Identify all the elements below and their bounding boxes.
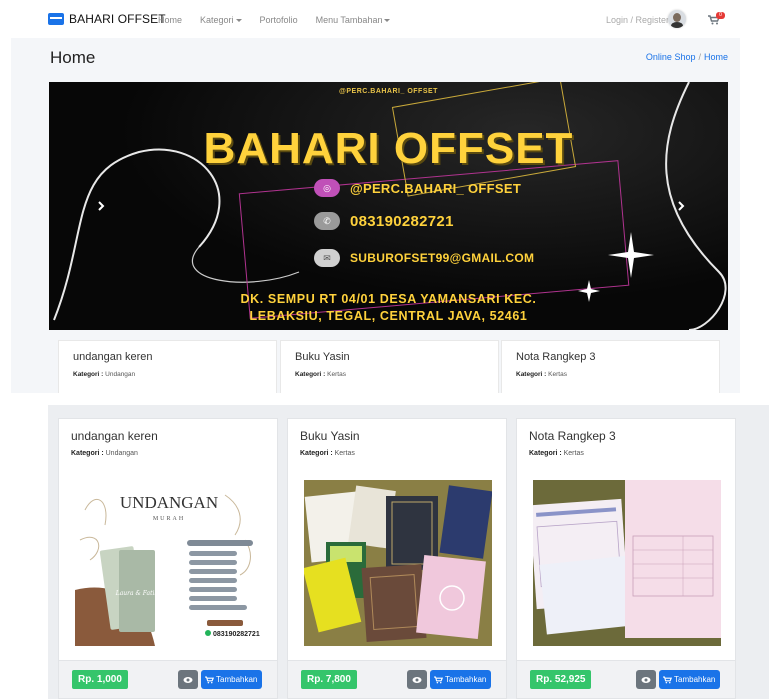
instagram-icon: ◎ — [314, 179, 340, 197]
card-footer: Rp. 52,925 Tambahkan — [517, 660, 735, 698]
category-value: Kertas — [327, 371, 346, 378]
eye-icon — [412, 676, 422, 683]
product-name: Buku Yasin — [295, 351, 350, 363]
banner-address-line1: DK. SEMPU RT 04/01 DESA YAMANSARI KEC. — [240, 292, 537, 306]
product-image[interactable] — [304, 480, 492, 646]
product-name[interactable]: Nota Rangkep 3 — [529, 429, 616, 443]
product-category: Kategori : Undangan — [73, 371, 135, 378]
view-button[interactable] — [407, 670, 427, 689]
undangan-image-phone: 083190282721 — [213, 631, 260, 638]
category-value: Kertas — [548, 371, 567, 378]
category-value: Kertas — [334, 450, 355, 457]
banner-instagram-row: ◎ @PERC.BAHARI_ OFFSET — [314, 179, 521, 197]
hero-banner: @PERC.BAHARI_ OFFSET BAHARI OFFSET ◎ @PE… — [49, 82, 728, 330]
category-value: Kertas — [563, 450, 584, 457]
category-value: Undangan — [105, 371, 136, 378]
category-label: Kategori : — [516, 371, 547, 378]
banner-email-row: ✉ SUBUROFSET99@GMAIL.COM — [314, 249, 534, 267]
breadcrumb-home[interactable]: Home — [704, 52, 728, 62]
category-value: Undangan — [105, 450, 138, 457]
product-category: Kategori : Undangan — [71, 450, 138, 457]
product-card-preview[interactable]: Nota Rangkep 3 Kategori : Kertas — [501, 340, 720, 393]
cart-count-badge: 0 — [716, 12, 725, 19]
buku-yasin-illustration — [304, 480, 492, 646]
cart-icon — [663, 675, 672, 683]
view-button[interactable] — [636, 670, 656, 689]
product-image[interactable]: UNDANGAN MURAH Laura & Fatih 08319028272… — [75, 480, 263, 646]
nav-kategori-label: Kategori — [200, 15, 234, 25]
user-avatar[interactable] — [668, 10, 686, 28]
add-to-cart-button[interactable]: Tambahkan — [430, 670, 492, 689]
undangan-illustration: UNDANGAN MURAH Laura & Fatih 08319028272… — [75, 480, 263, 646]
nav-menu-tambahan-dropdown[interactable]: Menu Tambahan — [316, 15, 391, 25]
product-name: Nota Rangkep 3 — [516, 351, 596, 363]
add-to-cart-button[interactable]: Tambahkan — [659, 670, 721, 689]
caret-down-icon — [384, 19, 391, 23]
nav-kategori-dropdown[interactable]: Kategori — [200, 15, 242, 25]
product-category: Kategori : Kertas — [300, 450, 355, 457]
category-label: Kategori : — [529, 450, 562, 457]
add-to-cart-button[interactable]: Tambahkan — [201, 670, 263, 689]
banner-phone: 083190282721 — [350, 212, 454, 230]
banner-instagram: @PERC.BAHARI_ OFFSET — [350, 180, 522, 196]
breadcrumb: Online Shop / Home — [646, 52, 728, 62]
product-card-preview[interactable]: Buku Yasin Kategori : Kertas — [280, 340, 499, 393]
phone-icon: ✆ — [314, 212, 340, 230]
view-button[interactable] — [178, 670, 198, 689]
add-to-cart-label: Tambahkan — [445, 675, 487, 684]
nav-home[interactable]: Home — [158, 15, 182, 25]
undangan-image-title: UNDANGAN — [120, 493, 218, 512]
banner-phone-row: ✆ 083190282721 — [314, 212, 454, 230]
product-card: Nota Rangkep 3 Kategori : Kertas Rp. 52,… — [516, 418, 736, 699]
add-to-cart-label: Tambahkan — [216, 675, 258, 684]
category-label: Kategori : — [300, 450, 333, 457]
nav-portofolio[interactable]: Portofolio — [260, 15, 298, 25]
brand-name: BAHARI OFFSET — [69, 12, 166, 26]
nav-menu-tambahan-label: Menu Tambahan — [315, 15, 383, 25]
product-category: Kategori : Kertas — [516, 371, 567, 378]
price-badge: Rp. 52,925 — [530, 670, 592, 689]
undangan-image-couple: Laura & Fatih — [115, 590, 159, 597]
nav-links: Home Kategori Portofolio Menu Tambahan — [158, 15, 408, 25]
add-to-cart-label: Tambahkan — [674, 675, 716, 684]
product-name: undangan keren — [73, 351, 153, 363]
price-badge: Rp. 7,800 — [301, 670, 357, 689]
card-footer: Rp. 7,800 Tambahkan — [288, 660, 506, 698]
banner-handle-top: @PERC.BAHARI_ OFFSET — [339, 88, 438, 95]
cart-icon — [434, 675, 443, 683]
caret-down-icon — [235, 19, 242, 23]
eye-icon — [183, 676, 193, 683]
category-label: Kategori : — [73, 371, 104, 378]
eye-icon — [641, 676, 651, 683]
product-name[interactable]: undangan keren — [71, 429, 158, 443]
breadcrumb-online-shop[interactable]: Online Shop — [646, 52, 696, 62]
product-card: undangan keren Kategori : Undangan UNDAN… — [58, 418, 278, 699]
card-footer: Rp. 1,000 Tambahkan — [59, 660, 277, 698]
undangan-image-subtitle: MURAH — [153, 516, 185, 522]
product-category: Kategori : Kertas — [529, 450, 584, 457]
price-badge: Rp. 1,000 — [72, 670, 128, 689]
breadcrumb-separator: / — [698, 52, 701, 62]
navbar: BAHARI OFFSET Home Kategori Portofolio M… — [0, 0, 769, 40]
login-register-link[interactable]: Login / Register — [606, 15, 669, 25]
brand-link[interactable]: BAHARI OFFSET — [48, 12, 166, 26]
product-card-preview[interactable]: undangan keren Kategori : Undangan — [58, 340, 277, 393]
banner-address-line2: LEBAKSIU, TEGAL, CENTRAL JAVA, 52461 — [249, 309, 528, 323]
category-label: Kategori : — [71, 450, 104, 457]
product-category: Kategori : Kertas — [295, 371, 346, 378]
page-title: Home — [50, 48, 96, 67]
cart-icon — [205, 675, 214, 683]
product-card: Buku Yasin Kategori : Kertas Rp. 7,800 T… — [287, 418, 507, 699]
banner-title: BAHARI OFFSET — [203, 124, 574, 173]
product-name[interactable]: Buku Yasin — [300, 429, 360, 443]
email-icon: ✉ — [314, 249, 340, 267]
product-image[interactable] — [533, 480, 721, 646]
store-icon — [48, 13, 64, 25]
nota-rangkep-illustration — [533, 480, 721, 646]
banner-email: SUBUROFSET99@GMAIL.COM — [350, 251, 535, 265]
category-label: Kategori : — [295, 371, 326, 378]
